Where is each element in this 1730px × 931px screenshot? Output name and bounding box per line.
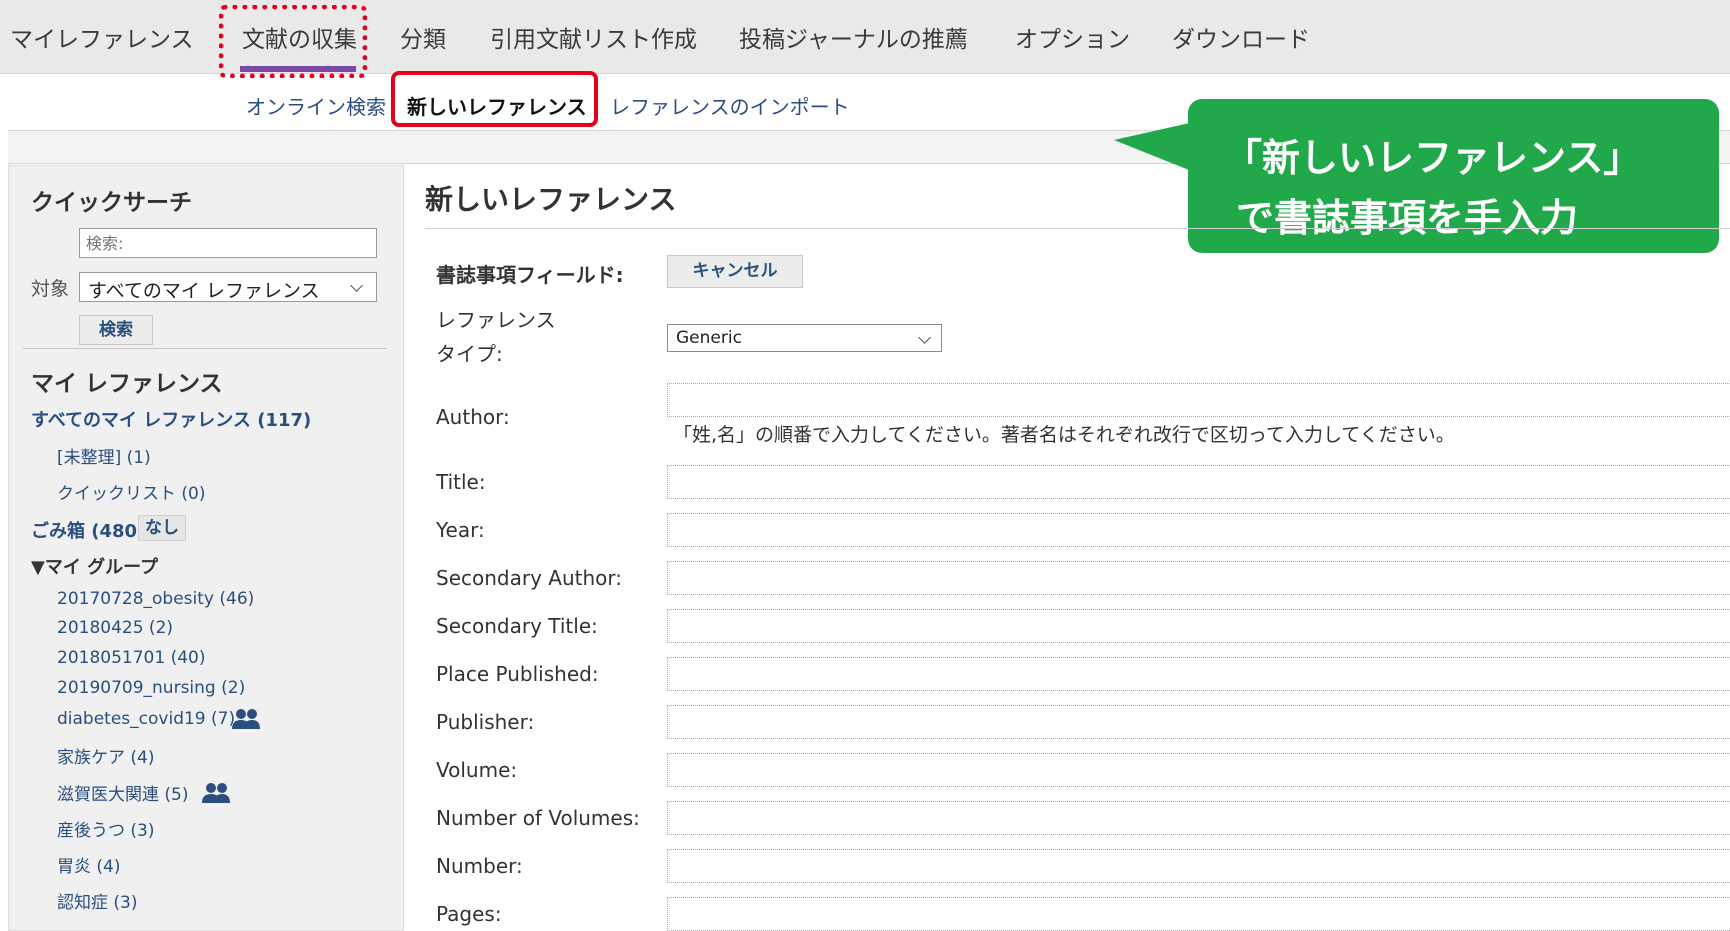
callout-pointer <box>1114 122 1194 172</box>
volume-label: Volume: <box>436 758 518 782</box>
subnav-import-references[interactable]: レファレンスのインポート <box>610 91 850 120</box>
ref-type-label: レファレンス <box>436 308 556 332</box>
nav-options[interactable]: オプション <box>1015 20 1130 54</box>
trash-link[interactable]: ごみ箱 (480) <box>31 517 145 543</box>
ref-type-label-2: タイプ: <box>436 342 503 366</box>
bib-fields-label: 書誌事項フィールド: <box>436 263 624 287</box>
secondary-title-label: Secondary Title: <box>436 614 598 638</box>
sidebar-divider <box>23 348 387 349</box>
group-item[interactable]: 20170728_obesity (46) <box>57 589 254 609</box>
pages-field[interactable] <box>667 897 1730 931</box>
number-of-volumes-field[interactable] <box>667 801 1730 835</box>
title-label: Title: <box>436 470 486 494</box>
search-button[interactable]: 検索 <box>79 315 153 345</box>
search-input[interactable] <box>79 228 377 258</box>
empty-trash-button[interactable]: なし <box>138 515 186 541</box>
group-item[interactable]: 滋賀医大関連 (5) <box>57 780 188 805</box>
unfiled-link[interactable]: [未整理] (1) <box>57 443 151 468</box>
number-label: Number: <box>436 854 523 878</box>
place-published-field[interactable] <box>667 657 1730 691</box>
group-item[interactable]: 20190709_nursing (2) <box>57 678 245 698</box>
shared-group-icon <box>232 709 260 729</box>
title-field[interactable] <box>667 465 1730 499</box>
page-title: 新しいレファレンス <box>425 183 677 216</box>
author-field[interactable] <box>667 383 1730 417</box>
target-select-value: すべてのマイ レファレンス <box>88 280 320 302</box>
group-item[interactable]: 20180425 (2) <box>57 618 173 638</box>
secondary-author-label: Secondary Author: <box>436 566 622 590</box>
new-reference-highlight-box <box>391 71 598 127</box>
group-item[interactable]: 家族ケア (4) <box>57 743 154 768</box>
nav-format-bibliography[interactable]: 引用文献リスト作成 <box>490 20 697 54</box>
number-of-volumes-label: Number of Volumes: <box>436 806 640 830</box>
number-field[interactable] <box>667 849 1730 883</box>
annotation-callout: 「新しいレファレンス」 で書誌事項を手入力 <box>1188 99 1719 253</box>
subnav-online-search[interactable]: オンライン検索 <box>246 91 386 120</box>
reference-type-value: Generic <box>676 328 742 348</box>
nav-my-references[interactable]: マイレファレンス <box>10 20 194 54</box>
nav-downloads[interactable]: ダウンロード <box>1172 20 1310 54</box>
publisher-label: Publisher: <box>436 710 535 734</box>
chevron-down-icon <box>350 279 363 292</box>
group-item[interactable]: diabetes_covid19 (7) <box>57 709 235 729</box>
quick-search-title: クイックサーチ <box>31 190 192 216</box>
my-groups-toggle[interactable]: ▼マイ グループ <box>31 553 158 579</box>
nav-match-journal[interactable]: 投稿ジャーナルの推薦 <box>739 20 968 54</box>
pages-label: Pages: <box>436 902 502 926</box>
callout-line-2: で書誌事項を手入力 <box>1236 196 1579 240</box>
group-item[interactable]: 2018051701 (40) <box>57 648 205 668</box>
callout-line-1: 「新しいレファレンス」 <box>1224 136 1642 180</box>
title-divider <box>425 228 1730 229</box>
volume-field[interactable] <box>667 753 1730 787</box>
year-field[interactable] <box>667 513 1730 547</box>
group-item[interactable]: 認知症 (3) <box>57 888 137 913</box>
all-references-link[interactable]: すべてのマイ レファレンス (117) <box>31 406 311 432</box>
author-help-text: 「姓,名」の順番で入力してください。著者名はそれぞれ改行で区切って入力してくださ… <box>673 424 1455 446</box>
quicklist-link[interactable]: クイックリスト (0) <box>57 479 205 504</box>
secondary-author-field[interactable] <box>667 561 1730 595</box>
nav-organize[interactable]: 分類 <box>400 20 446 54</box>
group-item[interactable]: 産後うつ (3) <box>57 816 154 841</box>
secondary-title-field[interactable] <box>667 609 1730 643</box>
cancel-button[interactable]: キャンセル <box>667 255 803 288</box>
my-references-title: マイ レファレンス <box>31 371 223 397</box>
year-label: Year: <box>436 518 485 542</box>
reference-type-select[interactable]: Generic <box>667 324 942 352</box>
chevron-down-icon <box>918 331 931 344</box>
group-item[interactable]: 胃炎 (4) <box>57 852 120 877</box>
collect-highlight-box <box>219 5 367 78</box>
sidebar: クイックサーチ 対象 すべてのマイ レファレンス 検索 マイ レファレンス すべ… <box>8 165 404 931</box>
shared-group-icon <box>202 783 230 803</box>
target-select[interactable]: すべてのマイ レファレンス <box>79 272 377 302</box>
author-label: Author: <box>436 405 510 429</box>
place-published-label: Place Published: <box>436 662 599 686</box>
publisher-field[interactable] <box>667 705 1730 739</box>
target-label: 対象 <box>31 278 70 300</box>
